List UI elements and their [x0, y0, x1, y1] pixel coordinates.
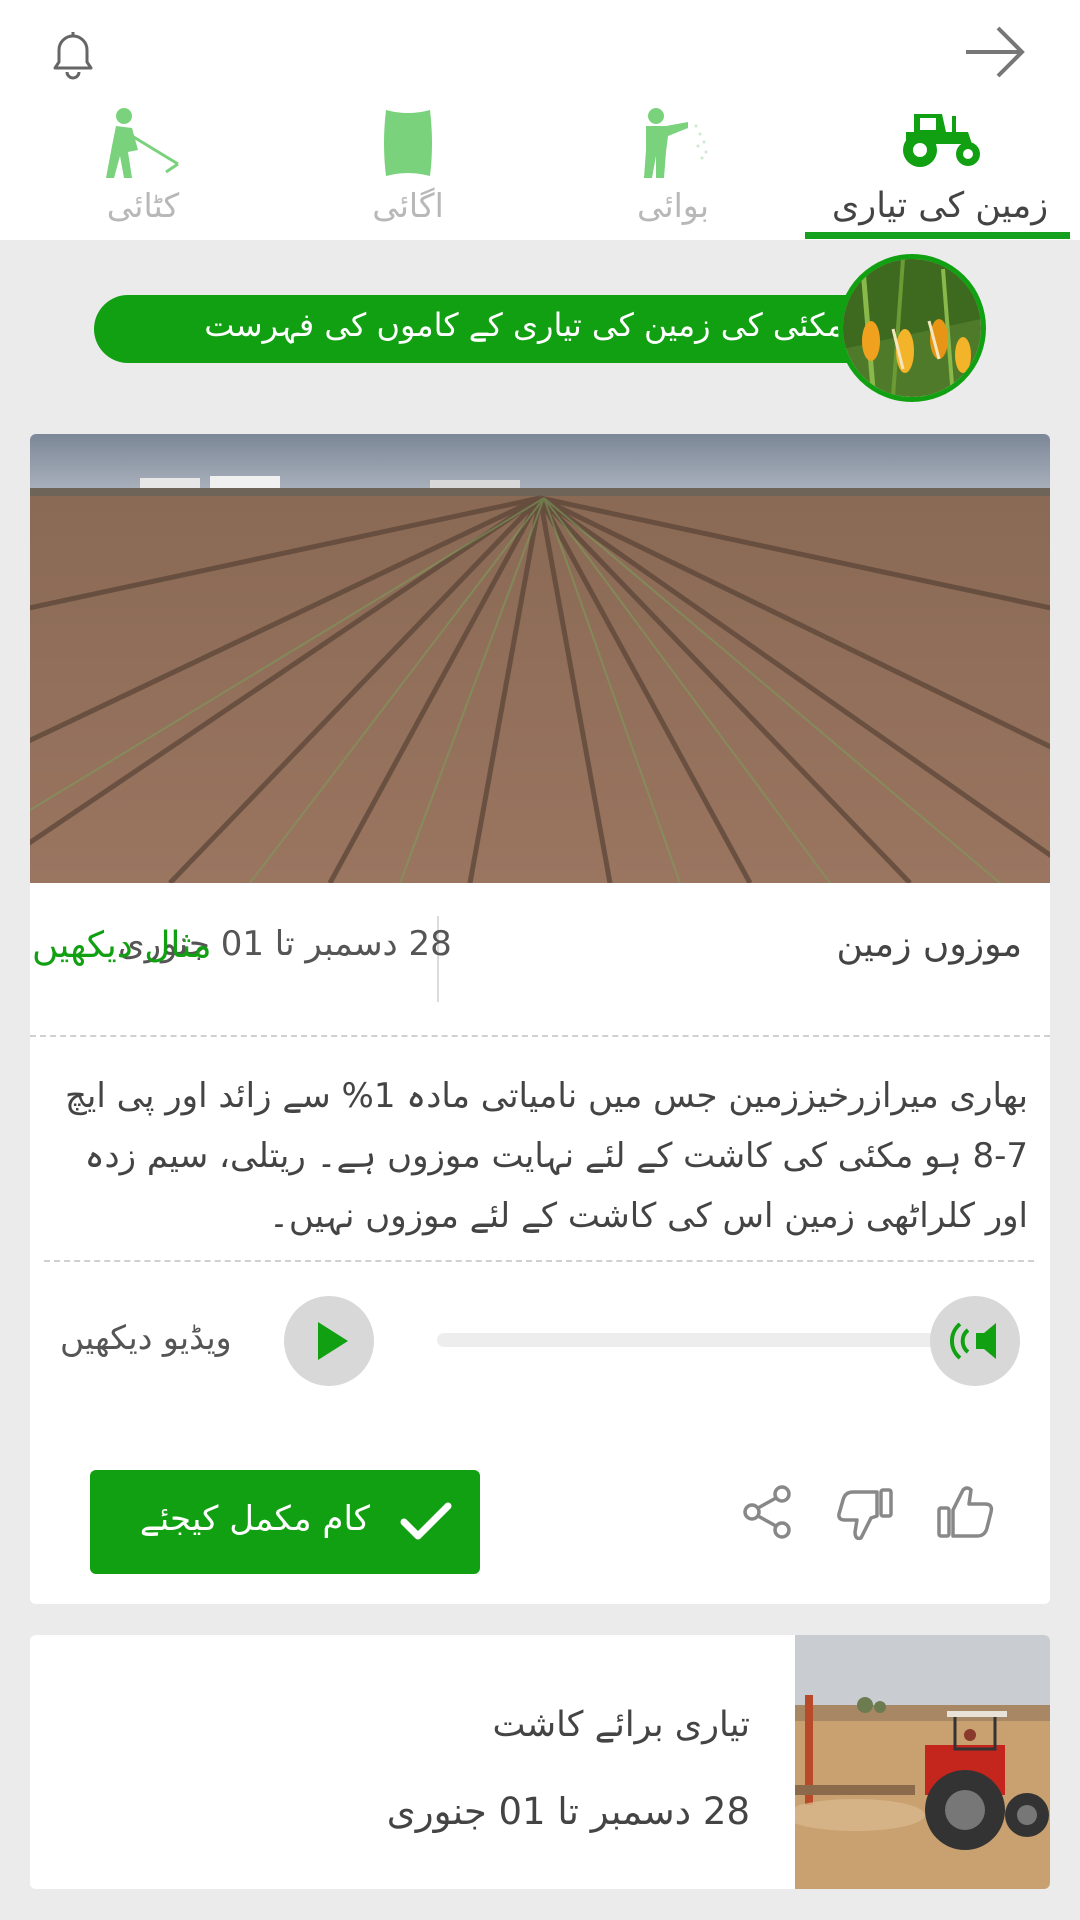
bell-icon[interactable] [45, 28, 101, 82]
tab-label: کٹائی [106, 186, 180, 225]
dashed-divider [30, 1035, 1050, 1037]
arrow-right-icon[interactable] [962, 24, 1028, 80]
dashed-divider [44, 1260, 1034, 1262]
tab-land-preparation[interactable]: زمین کی تیاری [805, 100, 1075, 240]
tab-harvesting[interactable]: کٹائی [8, 100, 278, 240]
like-icon[interactable] [935, 1484, 997, 1544]
check-icon [400, 1500, 452, 1548]
tab-sowing[interactable]: بوائی [538, 100, 808, 240]
top-bar: کٹائی اگائی بوائی زمین کی تیاری [0, 0, 1080, 240]
complete-button-label: کام مکمل کیجئے [139, 1499, 370, 1539]
video-label[interactable]: ویڈیو دیکھیں [60, 1318, 232, 1357]
task-title: موزوں زمین [836, 924, 1022, 965]
tab-germination[interactable]: اگائی [273, 100, 543, 240]
tab-label: زمین کی تیاری [831, 186, 1049, 226]
task-list-banner[interactable]: مکئی کی زمین کی تیاری کے کاموں کی فہرست [94, 295, 894, 363]
next-task-card[interactable]: تیاری برائے کاشت 28 دسمبر تا 01 جنوری [30, 1635, 1050, 1889]
sack-icon [380, 106, 436, 184]
task-card: موزوں زمین 28 دسمبر تا 01 جنوری مثال دیک… [30, 434, 1050, 1604]
next-task-date: 28 دسمبر تا 01 جنوری [386, 1790, 750, 1833]
audio-play-button[interactable] [930, 1296, 1020, 1386]
tractor-field-image [785, 1635, 1050, 1889]
harvesting-person-icon [98, 106, 188, 186]
tractor-icon [894, 106, 986, 174]
corn-crop-image [838, 254, 986, 402]
dislike-icon[interactable] [835, 1486, 897, 1546]
banner-title: مکئی کی زمین کی تیاری کے کاموں کی فہرست [204, 306, 844, 344]
plowed-field-image [30, 434, 1050, 885]
share-icon[interactable] [740, 1484, 794, 1544]
play-icon [318, 1322, 348, 1360]
active-tab-indicator [805, 232, 1070, 239]
next-task-title: تیاری برائے کاشت [492, 1705, 750, 1745]
tab-label: بوائی [636, 186, 710, 225]
example-link[interactable]: مثال دیکھیں [32, 922, 212, 990]
task-description: بھاری میرازرخیززمین جس میں نامیاتی مادہ … [64, 1076, 1028, 1236]
sowing-person-icon [628, 106, 718, 186]
audio-progress-track[interactable] [437, 1333, 957, 1347]
speaker-icon [949, 1322, 996, 1360]
tab-label: اگائی [372, 186, 444, 225]
play-video-button[interactable] [284, 1296, 374, 1386]
complete-task-button[interactable]: کام مکمل کیجئے [90, 1470, 480, 1574]
